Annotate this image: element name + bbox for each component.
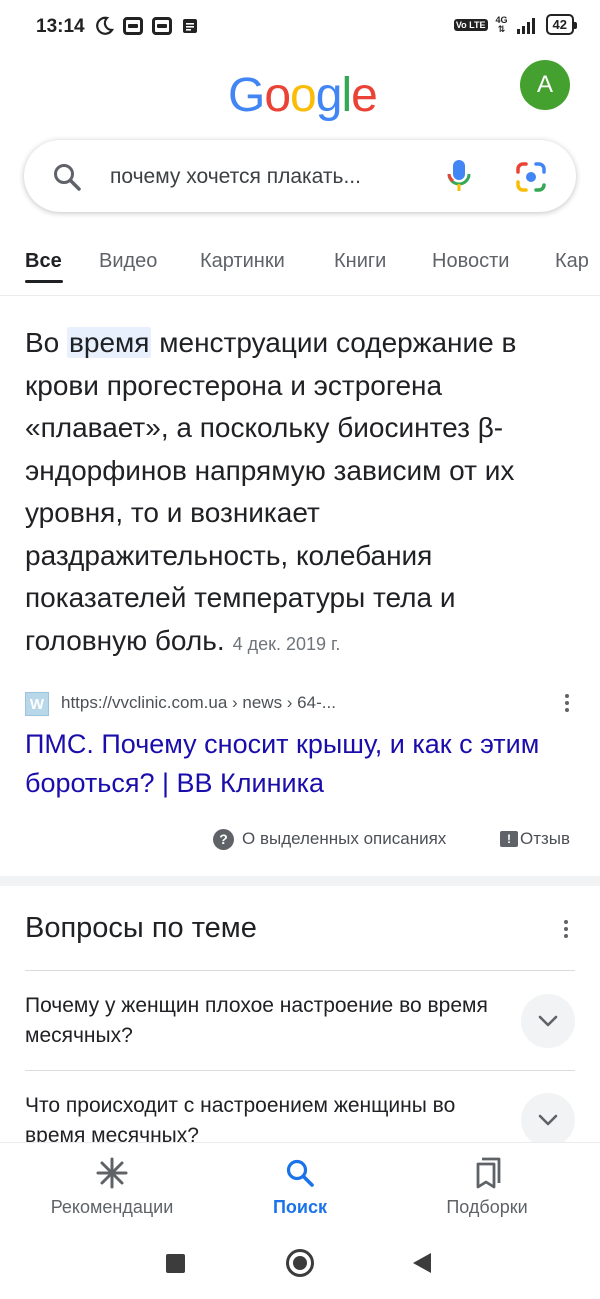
- feedback-label: Отзыв: [520, 829, 571, 848]
- tab-news[interactable]: Новости: [432, 250, 509, 273]
- recent-apps-button[interactable]: [166, 1254, 185, 1273]
- site-favicon-icon: W: [25, 692, 49, 716]
- moon-icon: [96, 16, 114, 35]
- news-icon: [183, 19, 197, 33]
- snippet-highlight: время: [67, 327, 152, 358]
- arrows-icon: ⇅: [497, 23, 506, 34]
- tab-all[interactable]: Все: [25, 250, 62, 273]
- microphone-icon[interactable]: [444, 158, 474, 194]
- avatar[interactable]: A: [520, 60, 570, 110]
- logo-letter: e: [351, 69, 378, 122]
- about-snippets-label: О выделенных описаниях: [242, 829, 447, 848]
- google-lens-icon[interactable]: [514, 160, 548, 194]
- app-notification-icon-2: [152, 17, 172, 35]
- search-tabs: Все Видео Картинки Книги Новости Кар: [0, 238, 600, 296]
- active-tab-indicator: [25, 280, 63, 283]
- result-title-link[interactable]: ПМС. Почему сносит крышу, и как с этим б…: [25, 725, 575, 803]
- nav-collections-label: Подборки: [446, 1197, 528, 1217]
- nav-search[interactable]: Поиск: [200, 1153, 400, 1218]
- chevron-down-icon: [538, 1114, 558, 1126]
- tab-video[interactable]: Видео: [99, 250, 157, 273]
- search-icon: [54, 164, 81, 191]
- feedback-icon: !: [500, 831, 518, 847]
- signal-icon: [516, 17, 535, 34]
- network-type: 4G ⇅: [496, 15, 508, 34]
- logo-letter: o: [290, 69, 317, 122]
- bottom-navigation: Рекомендации Поиск Подборки: [0, 1142, 600, 1228]
- logo-letter: o: [264, 69, 291, 122]
- chevron-down-icon: [538, 1015, 558, 1027]
- divider: [25, 1070, 575, 1071]
- app-notification-icon: [123, 17, 143, 35]
- feedback-link[interactable]: ! Отзыв: [500, 826, 570, 852]
- status-bar: 13:14 Vo LTE 4G ⇅ 42: [0, 0, 600, 52]
- status-time: 13:14: [36, 16, 85, 37]
- help-icon: ?: [213, 828, 234, 850]
- source-url[interactable]: https://vvclinic.com.ua › news › 64-...: [61, 693, 336, 713]
- nav-search-label: Поиск: [272, 1197, 328, 1217]
- tab-books[interactable]: Книги: [334, 250, 386, 273]
- expand-question-2-button[interactable]: [521, 1093, 575, 1147]
- battery-indicator: 42: [545, 14, 578, 35]
- snippet-body: менструации содержание в крови прогестер…: [25, 327, 517, 656]
- tab-images[interactable]: Картинки: [200, 250, 285, 273]
- divider: [25, 970, 575, 971]
- search-bar[interactable]: почему хочется плакать...: [24, 140, 576, 212]
- nav-recommendations[interactable]: Рекомендации: [12, 1153, 212, 1218]
- about-snippets-link[interactable]: ? О выделенных описаниях: [213, 826, 446, 852]
- nav-collections[interactable]: Подборки: [387, 1153, 587, 1218]
- related-question-1[interactable]: Почему у женщин плохое настроение во вре…: [25, 991, 495, 1051]
- home-button[interactable]: [286, 1249, 314, 1277]
- source-row[interactable]: W https://vvclinic.com.ua › news › 64-..…: [25, 690, 575, 720]
- status-icons-right: Vo LTE 4G ⇅ 42: [453, 14, 578, 35]
- expand-question-1-button[interactable]: [521, 994, 575, 1048]
- search-input[interactable]: почему хочется плакать...: [110, 165, 420, 189]
- more-options-icon[interactable]: [564, 694, 570, 716]
- logo-letter: g: [315, 69, 343, 122]
- collections-icon: [476, 1157, 501, 1189]
- snippet-lead: Во: [25, 327, 68, 358]
- related-questions-title: Вопросы по теме: [25, 912, 257, 944]
- back-button[interactable]: [413, 1253, 431, 1273]
- system-navigation-bar: [0, 1228, 600, 1299]
- logo-letter: l: [341, 69, 352, 122]
- section-divider: [0, 876, 600, 886]
- volte-indicator: Vo LTE: [453, 18, 488, 31]
- tab-maps[interactable]: Кар: [555, 250, 589, 273]
- search-icon: [286, 1159, 314, 1187]
- google-logo[interactable]: Google: [228, 68, 378, 123]
- nav-recommendations-label: Рекомендации: [50, 1197, 174, 1217]
- asterisk-icon: [96, 1157, 128, 1189]
- snippet-date: 4 дек. 2019 г.: [232, 633, 341, 654]
- related-more-options-icon[interactable]: [563, 920, 569, 942]
- status-icons-left: [94, 16, 199, 36]
- featured-snippet-text: Во время менструации содержание в крови …: [25, 322, 575, 665]
- logo-letter: G: [228, 69, 265, 122]
